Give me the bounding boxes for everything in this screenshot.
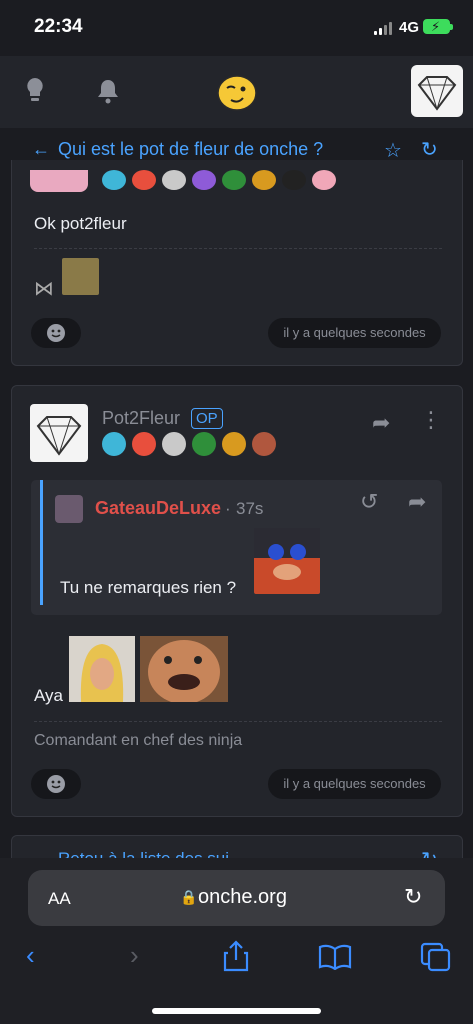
topic-title[interactable]: Qui est le pot de fleur de onche ? bbox=[58, 139, 323, 160]
status-bar: 22:34 4G ⚡ bbox=[0, 0, 473, 56]
post-timestamp: il y a quelques secondes bbox=[268, 769, 441, 799]
reaction-button[interactable] bbox=[31, 769, 81, 799]
badge-icon bbox=[192, 170, 216, 190]
charging-icon: ⚡ bbox=[431, 19, 441, 34]
history-icon[interactable]: ↺ bbox=[360, 489, 378, 515]
lock-icon: 🔒 bbox=[180, 889, 198, 905]
quote-age: 37s bbox=[236, 499, 264, 518]
bookmarks-icon[interactable] bbox=[318, 944, 352, 975]
post-text: Aya bbox=[34, 686, 63, 705]
sticker-image bbox=[69, 636, 135, 702]
quote-separator: · bbox=[225, 499, 231, 518]
quote-author[interactable]: GateauDeLuxe bbox=[95, 498, 221, 519]
divider bbox=[34, 248, 442, 250]
url-text[interactable]: onche.org bbox=[198, 886, 287, 909]
badge-icon bbox=[282, 170, 306, 190]
divider bbox=[34, 721, 442, 723]
tabs-icon[interactable] bbox=[420, 942, 452, 977]
address-bar[interactable]: AA 🔒 onche.org ↻ bbox=[28, 870, 445, 926]
text-size-button[interactable]: AA bbox=[48, 889, 71, 909]
share-icon[interactable] bbox=[222, 940, 250, 977]
badge-icon bbox=[192, 432, 216, 456]
op-badge: OP bbox=[191, 408, 223, 429]
post-text: Ok pot2fleur bbox=[34, 214, 127, 233]
lightbulb-icon[interactable] bbox=[24, 76, 46, 111]
avatar bbox=[30, 170, 88, 192]
badge-icon bbox=[132, 170, 156, 190]
badge-icon bbox=[222, 170, 246, 190]
forward-icon: › bbox=[130, 940, 139, 970]
author-name[interactable]: Pot2Fleur bbox=[102, 408, 180, 429]
badge-icon bbox=[312, 170, 336, 190]
badge-icon bbox=[252, 170, 276, 190]
network-label: 4G bbox=[399, 19, 420, 36]
badge-icon bbox=[162, 170, 186, 190]
share-icon[interactable]: ➦ bbox=[408, 489, 426, 515]
bow-icon: ⋈ bbox=[34, 278, 54, 300]
badge-icon bbox=[162, 432, 186, 456]
badge-icon bbox=[222, 432, 246, 456]
signal-icon bbox=[374, 22, 394, 35]
quote-bar bbox=[40, 480, 43, 605]
home-indicator bbox=[152, 1008, 321, 1014]
reaction-button[interactable] bbox=[31, 318, 81, 348]
user-avatar[interactable] bbox=[411, 65, 463, 117]
badge-icon bbox=[102, 170, 126, 190]
post-signature: Comandant en chef des ninja bbox=[34, 732, 243, 749]
smiley-logo-icon[interactable] bbox=[216, 74, 258, 117]
back-arrow-icon[interactable]: ← bbox=[32, 139, 50, 160]
sticker-image bbox=[140, 636, 228, 704]
badge-icon bbox=[132, 432, 156, 456]
smiley-icon bbox=[47, 324, 65, 342]
bell-icon[interactable] bbox=[96, 78, 120, 111]
badge-row bbox=[102, 432, 282, 458]
status-time: 22:34 bbox=[34, 16, 83, 37]
refresh-icon[interactable]: ↻ bbox=[421, 137, 438, 162]
sticker-image bbox=[62, 258, 99, 295]
sticker-image bbox=[254, 528, 320, 594]
back-icon[interactable]: ‹ bbox=[26, 940, 35, 971]
smiley-icon bbox=[47, 775, 65, 793]
badge-row bbox=[102, 170, 342, 190]
quote-text: Tu ne remarques rien ? bbox=[60, 578, 237, 597]
badge-icon bbox=[102, 432, 126, 456]
reload-icon[interactable]: ↻ bbox=[404, 884, 422, 910]
badge-icon bbox=[252, 432, 276, 456]
share-icon[interactable]: ➦ bbox=[372, 410, 390, 436]
post-timestamp: il y a quelques secondes bbox=[268, 318, 441, 348]
more-options-icon[interactable]: ⋮ bbox=[420, 408, 442, 432]
avatar[interactable] bbox=[30, 404, 88, 462]
avatar bbox=[55, 495, 83, 523]
